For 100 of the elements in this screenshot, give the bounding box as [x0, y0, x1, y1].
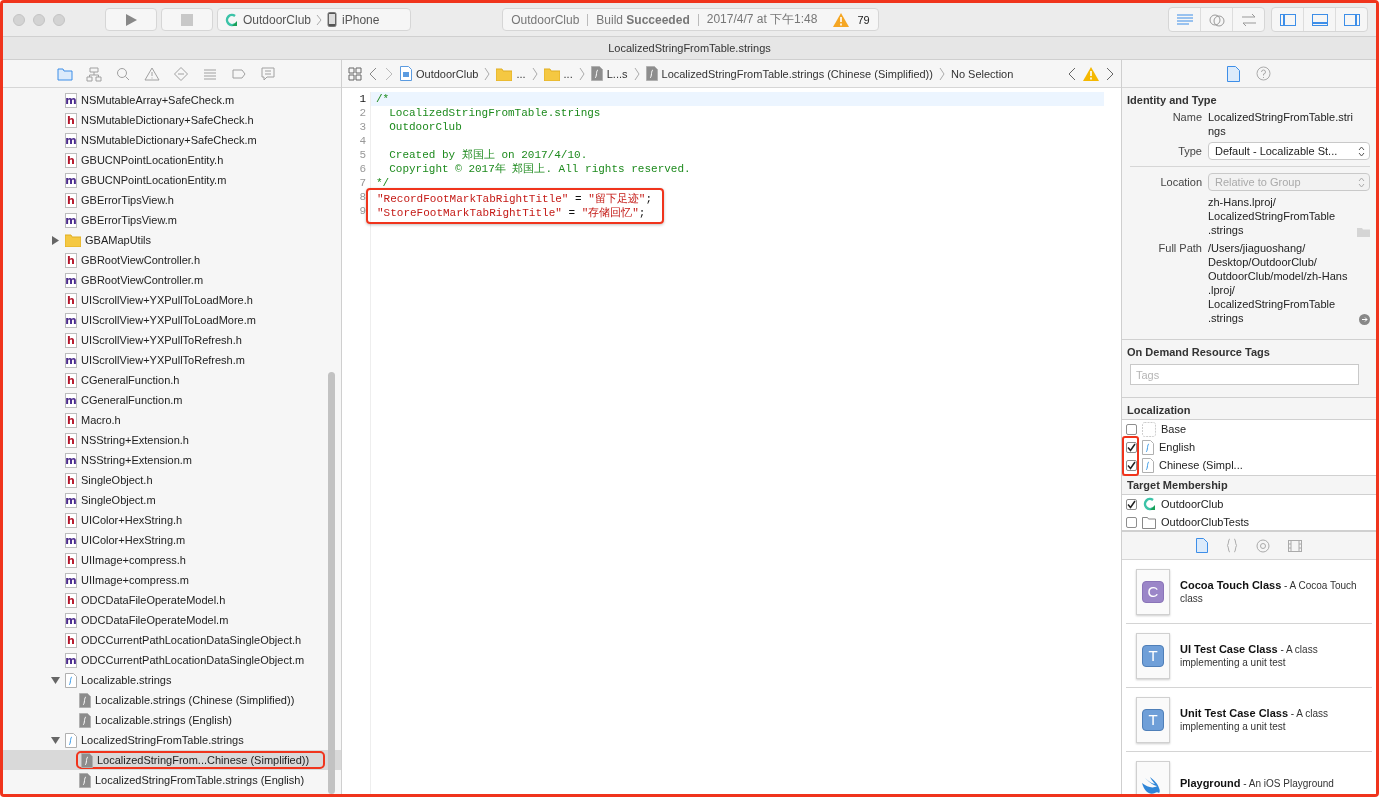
window-button[interactable]	[53, 13, 65, 26]
file-tree-row[interactable]: m NSString+Extension.m	[3, 450, 341, 470]
scheme-selector[interactable]: OutdoorClub iPhone	[217, 8, 411, 31]
chevron-right-icon	[938, 66, 945, 81]
checkbox[interactable]	[1126, 441, 1137, 453]
file-tree-row[interactable]: m NSMutableArray+SafeCheck.m	[3, 90, 341, 110]
file-tree-row[interactable]: h ODCDataFileOperateModel.h	[3, 590, 341, 610]
file-tree-row[interactable]: h GBUCNPointLocationEntity.h	[3, 150, 341, 170]
file-tree-row[interactable]: m CGeneralFunction.m	[3, 390, 341, 410]
interlocking-rings-icon[interactable]	[1207, 12, 1226, 27]
speech-bubble-icon[interactable]	[260, 65, 276, 82]
template-item[interactable]: Playground - An iOS Playground	[1126, 752, 1372, 794]
search-icon[interactable]	[115, 65, 131, 82]
panel-layout-icon[interactable]	[1342, 12, 1361, 27]
file-tree-row[interactable]: h NSString+Extension.h	[3, 430, 341, 450]
file-icon[interactable]	[1196, 538, 1208, 553]
file-tree-row[interactable]: LocalizedStringFrom...Chinese (Simplified))	[3, 750, 341, 770]
file-tree-row[interactable]: m GBErrorTipsView.m	[3, 210, 341, 230]
checkbox[interactable]	[1126, 516, 1137, 528]
file-tree-row[interactable]: m UIImage+compress.m	[3, 570, 341, 590]
file-tree-row[interactable]: h CGeneralFunction.h	[3, 370, 341, 390]
type-select[interactable]: Default - Localizable St...	[1208, 142, 1370, 160]
file-tree-row[interactable]: m UIScrollView+YXPullToLoadMore.m	[3, 310, 341, 330]
file-icon[interactable]	[1227, 65, 1240, 82]
file-tree-row[interactable]: m UIColor+HexString.m	[3, 530, 341, 550]
film-strip-icon[interactable]	[1288, 539, 1302, 552]
checkbox[interactable]	[1126, 423, 1137, 435]
window-button[interactable]	[13, 13, 25, 26]
file-tree-row[interactable]: m NSMutableDictionary+SafeCheck.m	[3, 130, 341, 150]
file-tree-row[interactable]: m GBRootViewController.m	[3, 270, 341, 290]
warning-icon[interactable]	[144, 65, 160, 82]
grid-icon[interactable]	[348, 66, 362, 81]
strings-file-icon	[79, 692, 91, 708]
object-circle-icon[interactable]	[1256, 538, 1270, 553]
file-name: GBErrorTipsView.h	[81, 194, 174, 206]
file-tree-row[interactable]: h GBErrorTipsView.h	[3, 190, 341, 210]
file-tree-row[interactable]: h UIImage+compress.h	[3, 550, 341, 570]
file-tree-row[interactable]: Localizable.strings	[3, 670, 341, 690]
warning-icon[interactable]	[1083, 66, 1099, 81]
text-lines-icon[interactable]	[1175, 12, 1194, 27]
warning-icon	[833, 12, 850, 27]
file-tree-row[interactable]: m SingleObject.m	[3, 490, 341, 510]
folder-icon[interactable]	[1357, 227, 1370, 237]
file-tree-row[interactable]: m ODCCurrentPathLocationDataSingleObject.m	[3, 650, 341, 670]
back-chevron-icon[interactable]	[1067, 66, 1077, 81]
warning-count[interactable]: 79	[857, 13, 870, 26]
file-tree-row[interactable]: h ODCCurrentPathLocationDataSingleObject.h	[3, 630, 341, 650]
file-tree-row[interactable]: m GBUCNPointLocationEntity.m	[3, 170, 341, 190]
file-tree-row[interactable]: h SingleObject.h	[3, 470, 341, 490]
scrollbar-thumb[interactable]	[328, 372, 335, 794]
breadcrumb-item[interactable]: L...s	[590, 66, 628, 81]
breadcrumb-item[interactable]: OutdoorClub	[400, 66, 479, 81]
target-name: OutdoorClubTests	[1161, 516, 1250, 528]
window-button[interactable]	[33, 13, 45, 26]
implementation-file-icon: m	[65, 612, 77, 628]
breadcrumb-item[interactable]: ...	[543, 66, 573, 81]
checkbox[interactable]	[1126, 498, 1137, 510]
field-label: Name	[1171, 110, 1202, 124]
file-tree-row[interactable]: Localizable.strings (Chinese (Simplified))	[3, 690, 341, 710]
template-item[interactable]: C Cocoa Touch Class - A Cocoa Touch class	[1126, 560, 1372, 624]
file-tree-row[interactable]: h UIScrollView+YXPullToLoadMore.h	[3, 290, 341, 310]
disclosure-triangle-icon[interactable]	[51, 235, 60, 245]
file-tree-row[interactable]: GBAMapUtils	[3, 230, 341, 250]
tab-title[interactable]: LocalizedStringFromTable.strings	[608, 42, 771, 54]
breadcrumb-item[interactable]: No Selection	[950, 67, 1014, 80]
panel-layout-icon[interactable]	[1278, 12, 1297, 27]
file-name: UIScrollView+YXPullToLoadMore.m	[81, 314, 256, 326]
braces-icon[interactable]	[1226, 538, 1238, 553]
template-badge: T	[1142, 708, 1164, 731]
back-chevron-icon[interactable]	[368, 66, 378, 81]
panel-layout-icon[interactable]	[1310, 12, 1329, 27]
file-tree-row[interactable]: h GBRootViewController.h	[3, 250, 341, 270]
file-tree-row[interactable]: Localizable.strings (English)	[3, 710, 341, 730]
file-tree-row[interactable]: m ODCDataFileOperateModel.m	[3, 610, 341, 630]
file-tree-row[interactable]: h UIColor+HexString.h	[3, 510, 341, 530]
file-name: ODCDataFileOperateModel.m	[81, 614, 229, 626]
file-tree-row[interactable]: h UIScrollView+YXPullToRefresh.h	[3, 330, 341, 350]
diamond-icon[interactable]	[173, 65, 189, 82]
hierarchy-icon[interactable]	[86, 65, 102, 82]
disclosure-triangle-icon[interactable]	[51, 735, 60, 745]
swap-arrows-icon[interactable]	[1239, 12, 1258, 27]
template-description: UI Test Case Class - A class implementing a unit test	[1180, 642, 1319, 669]
forward-chevron-icon[interactable]	[1105, 66, 1115, 81]
template-item[interactable]: T Unit Test Case Class - A class implementing a unit test	[1126, 688, 1372, 752]
file-tree-row[interactable]: h Macro.h	[3, 410, 341, 430]
folder-icon[interactable]	[57, 65, 73, 82]
disclosure-triangle-icon[interactable]	[51, 675, 60, 685]
file-tree-row[interactable]: LocalizedStringFromTable.strings	[3, 730, 341, 750]
tags-field[interactable]: Tags	[1130, 364, 1359, 385]
breadcrumb-item[interactable]: ...	[496, 66, 526, 81]
file-tree-row[interactable]: h NSMutableDictionary+SafeCheck.h	[3, 110, 341, 130]
file-tree-row[interactable]: m UIScrollView+YXPullToRefresh.m	[3, 350, 341, 370]
run-button[interactable]	[105, 8, 157, 31]
file-name: LocalizedStringFromTable.strings (English)	[95, 774, 305, 786]
breadcrumb-item[interactable]: LocalizedStringFromTable.strings (Chinese (Simplified))	[645, 66, 933, 81]
template-item[interactable]: T UI Test Case Class - A class implementing a unit test	[1126, 624, 1372, 688]
help-icon[interactable]	[1256, 66, 1271, 81]
checkbox[interactable]	[1126, 459, 1137, 471]
file-tree-row[interactable]: LocalizedStringFromTable.strings (English)	[3, 770, 341, 790]
arrow-circle-icon[interactable]	[1359, 314, 1370, 325]
